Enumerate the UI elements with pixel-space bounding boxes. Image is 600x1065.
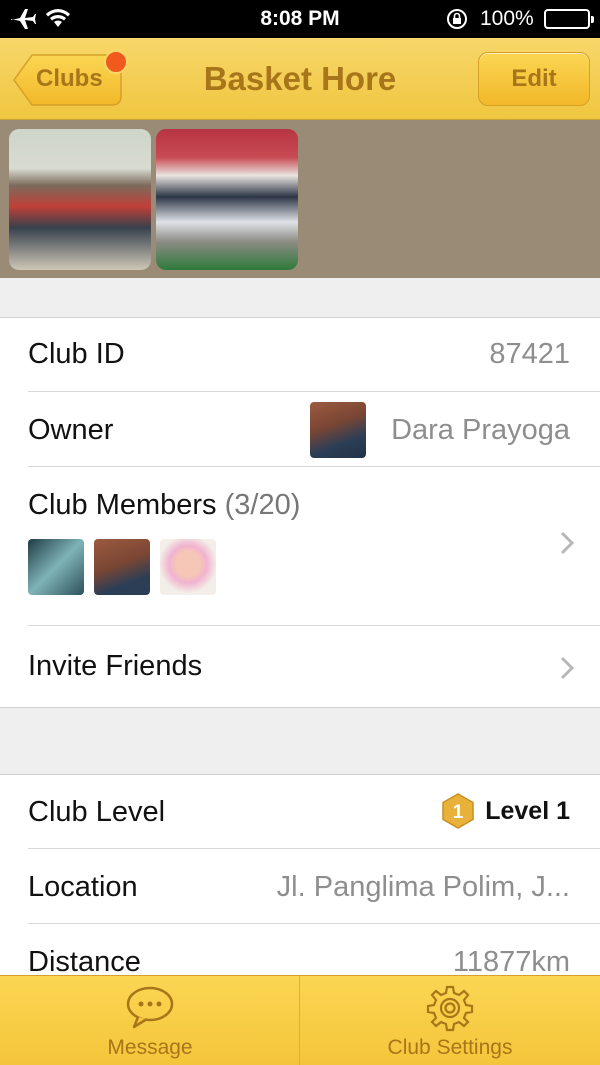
battery-percent: 100%: [480, 7, 534, 30]
gear-icon: [426, 985, 474, 1032]
club-details-group: Club ID 87421 Owner Dara Prayoga Club Me…: [0, 318, 600, 708]
location-row: Location Jl. Panglima Polim, J...: [0, 849, 600, 924]
location-label: Location: [28, 871, 138, 903]
club-members-title: Club Members: [28, 489, 217, 521]
member-avatar: [160, 539, 216, 595]
owner-avatar[interactable]: [310, 402, 366, 458]
location-value: Jl. Panglima Polim, J...: [276, 871, 570, 903]
club-photo[interactable]: [156, 129, 298, 270]
invite-friends-label: Invite Friends: [28, 650, 203, 682]
edit-button-label: Edit: [511, 65, 557, 92]
club-members-row[interactable]: Club Members (3/20): [0, 467, 600, 626]
club-id-value: 87421: [489, 338, 570, 370]
tab-club-settings[interactable]: Club Settings: [300, 976, 600, 1065]
club-level-label: Club Level: [28, 796, 166, 828]
edit-button[interactable]: Edit: [478, 52, 590, 106]
chevron-right-icon: [560, 531, 575, 560]
navigation-bar: Clubs Basket Hore Edit: [0, 38, 600, 120]
level-badge-icon: 1: [442, 793, 474, 834]
club-photo[interactable]: [9, 129, 151, 270]
tab-bar: Message Club Settings: [0, 975, 600, 1065]
owner-label: Owner: [28, 414, 114, 446]
level-badge-number: 1: [453, 802, 464, 823]
club-level-row: Club Level 1 Level 1: [0, 775, 600, 849]
rotation-lock-icon: [446, 8, 468, 35]
chevron-right-icon: [560, 656, 575, 685]
invite-friends-row[interactable]: Invite Friends: [0, 626, 600, 708]
club-members-label: Club Members (3/20): [28, 489, 300, 522]
section-spacer: [0, 709, 600, 775]
tab-club-settings-label: Club Settings: [387, 1036, 513, 1059]
chat-bubble-icon: [126, 986, 174, 1029]
member-avatar: [94, 539, 150, 595]
battery-icon: [544, 9, 594, 29]
club-photo-strip: [0, 120, 600, 278]
club-level-value: Level 1: [485, 797, 570, 825]
owner-row[interactable]: Owner Dara Prayoga: [0, 392, 600, 467]
status-bar: 8:08 PM 100%: [0, 0, 600, 38]
section-spacer: [0, 278, 600, 318]
club-id-label: Club ID: [28, 338, 125, 370]
owner-name: Dara Prayoga: [391, 414, 570, 446]
club-members-count: (3/20): [224, 489, 301, 521]
tab-message[interactable]: Message: [0, 976, 300, 1065]
club-info-group: Club Level 1 Level 1 Location Jl. Pangli…: [0, 775, 600, 978]
member-avatar: [28, 539, 84, 595]
tab-message-label: Message: [107, 1036, 193, 1059]
club-id-row: Club ID 87421: [0, 318, 600, 392]
